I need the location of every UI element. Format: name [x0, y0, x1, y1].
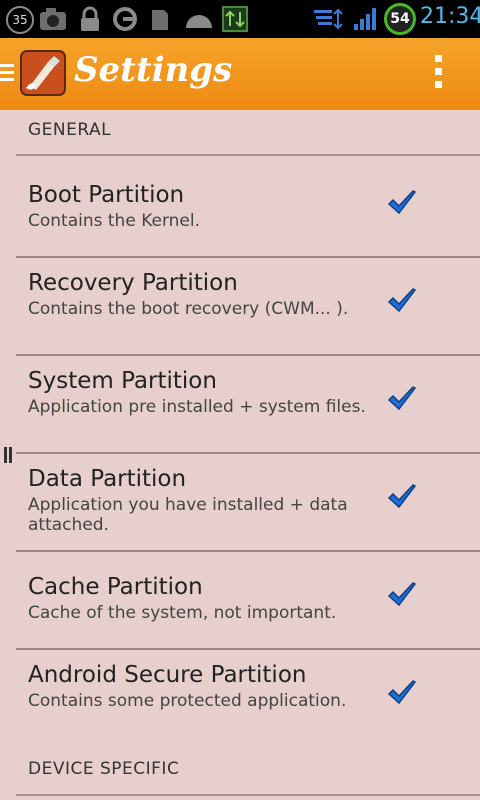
- setting-subtitle: Contains the Kernel.: [28, 211, 201, 231]
- setting-recovery-partition[interactable]: Recovery Partition Contains the boot rec…: [0, 258, 480, 354]
- notification-count-badge: 35: [6, 6, 34, 34]
- lock-icon: [81, 6, 99, 31]
- checkbox-checked-icon[interactable]: [386, 580, 418, 612]
- setting-title: Android Secure Partition: [28, 662, 307, 688]
- wifi-icon: [314, 8, 343, 30]
- page-title: Settings: [74, 50, 233, 90]
- data-transfer-icon: [222, 6, 248, 32]
- battery-icon: 54: [384, 3, 416, 35]
- action-bar: Settings: [0, 38, 480, 110]
- setting-subtitle: Cache of the system, not important.: [28, 603, 337, 623]
- status-bar: 35 54 21:34: [0, 0, 480, 38]
- section-divider: [16, 794, 480, 796]
- setting-subtitle: Contains the boot recovery (CWM... ).: [28, 299, 349, 319]
- setting-data-partition[interactable]: Data Partition Application you have inst…: [0, 454, 480, 550]
- dome-icon: [186, 15, 212, 28]
- setting-subtitle: Application pre installed + system files…: [28, 397, 366, 417]
- section-divider: [16, 154, 480, 156]
- setting-subtitle: Contains some protected application.: [28, 691, 347, 711]
- setting-system-partition[interactable]: System Partition Application pre install…: [0, 356, 480, 452]
- setting-cache-partition[interactable]: Cache Partition Cache of the system, not…: [0, 552, 480, 648]
- overflow-menu-icon[interactable]: [430, 55, 446, 95]
- app-paint-icon[interactable]: [20, 50, 66, 96]
- checkbox-checked-icon[interactable]: [386, 188, 418, 220]
- checkbox-checked-icon[interactable]: [386, 678, 418, 710]
- setting-title: Data Partition: [28, 466, 187, 492]
- menu-icon[interactable]: [0, 64, 14, 82]
- signal-icon: [354, 8, 376, 30]
- setting-title: Boot Partition: [28, 182, 185, 208]
- setting-boot-partition[interactable]: Boot Partition Contains the Kernel.: [0, 158, 480, 256]
- camera-icon: [40, 8, 66, 30]
- section-header-device-specific: DEVICE SPECIFIC: [28, 759, 180, 779]
- checkbox-checked-icon[interactable]: [386, 286, 418, 318]
- section-header-general: GENERAL: [28, 120, 112, 140]
- setting-title: Cache Partition: [28, 574, 203, 600]
- checkbox-checked-icon[interactable]: [386, 482, 418, 514]
- sync-icon: [113, 7, 137, 31]
- setting-title: System Partition: [28, 368, 217, 394]
- checkbox-checked-icon[interactable]: [386, 384, 418, 416]
- status-clock: 21:34: [420, 4, 480, 29]
- setting-android-secure-partition[interactable]: Android Secure Partition Contains some p…: [0, 650, 480, 746]
- setting-title: Recovery Partition: [28, 270, 238, 296]
- setting-subtitle: Application you have installed + data at…: [28, 495, 348, 535]
- sd-card-icon: [152, 10, 168, 30]
